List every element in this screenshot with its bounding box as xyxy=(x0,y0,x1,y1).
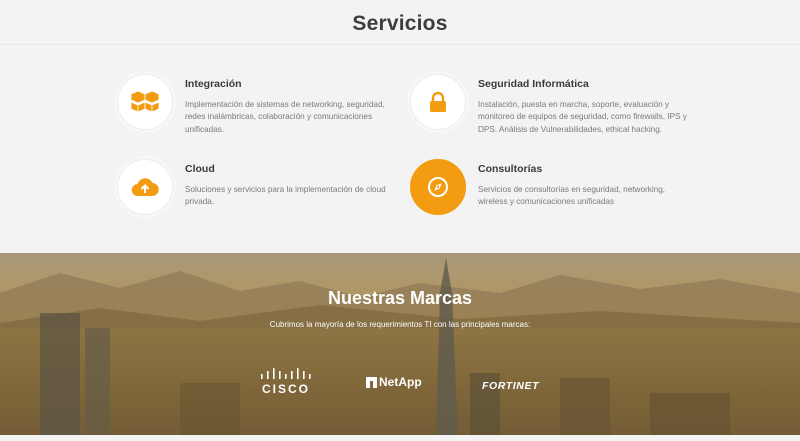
marcas-section: Nuestras Marcas Cubrimos la mayoría de l… xyxy=(0,253,800,435)
fortinet-logo[interactable]: FORTINET xyxy=(482,376,539,394)
service-icon-circle[interactable] xyxy=(117,159,173,215)
service-icon-circle[interactable] xyxy=(117,74,173,130)
netapp-n-icon xyxy=(366,376,377,388)
boxes-icon xyxy=(130,90,160,113)
lock-icon xyxy=(430,91,446,112)
service-description: Servicios de consultorías en seguridad, … xyxy=(478,185,666,207)
service-description: Instalación, puesta en marcha, soporte, … xyxy=(478,100,687,134)
city-skyline-background xyxy=(0,253,800,435)
brand-name: NetApp xyxy=(379,375,422,389)
cisco-logo[interactable]: CISCO xyxy=(260,368,312,398)
brand-name: CISCO xyxy=(261,382,310,396)
compass-icon xyxy=(428,177,448,197)
service-title: Consultorías xyxy=(478,163,543,175)
brand-name: FORTINET xyxy=(482,380,540,392)
servicios-title: Servicios xyxy=(352,12,448,35)
service-icon-circle[interactable] xyxy=(410,74,466,130)
marcas-subtitle: Cubrimos la mayoría de los requerimiento… xyxy=(269,320,531,329)
section-divider xyxy=(0,44,800,45)
cloud-upload-icon xyxy=(131,178,159,197)
service-description: Implementación de sistemas de networking… xyxy=(185,100,385,134)
marcas-title: Nuestras Marcas xyxy=(327,288,473,308)
netapp-logo[interactable]: NetApp xyxy=(366,375,422,389)
service-description: Soluciones y servicios para la implement… xyxy=(185,185,386,207)
service-title: Seguridad Informática xyxy=(478,78,589,90)
bottom-strip xyxy=(0,435,800,441)
servicios-section: Servicios Integración Implementación de … xyxy=(0,0,800,253)
cisco-bars-icon xyxy=(261,368,311,379)
service-title: Integración xyxy=(185,78,242,90)
service-icon-circle[interactable] xyxy=(410,159,466,215)
service-title: Cloud xyxy=(185,163,215,175)
